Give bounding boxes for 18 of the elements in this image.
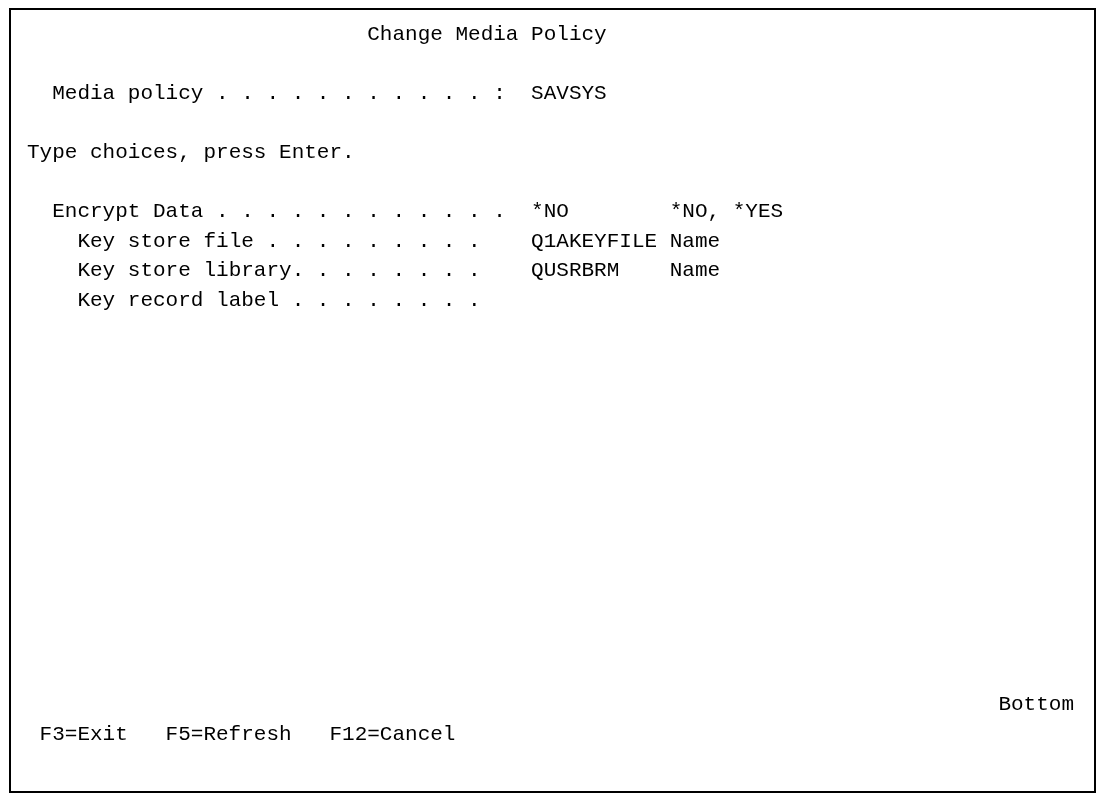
- allowed-values-hint: *NO, *YES: [669, 201, 784, 223]
- function-key[interactable]: F12=Cancel: [329, 723, 456, 745]
- field-value: SAVSYS: [531, 83, 607, 105]
- function-key[interactable]: F3=Exit: [39, 723, 128, 745]
- field-value[interactable]: Q1AKEYFILE: [531, 230, 658, 252]
- field-label: Key store library. . . . . . . .: [77, 260, 481, 282]
- function-key[interactable]: F5=Refresh: [165, 723, 292, 745]
- allowed-values-hint: Name: [669, 260, 721, 282]
- more-indicator: Bottom: [998, 694, 1074, 716]
- instruction-text: Type choices, press Enter.: [27, 142, 355, 164]
- allowed-values-hint: Name: [669, 230, 721, 252]
- field-label: Key record label . . . . . . . .: [77, 289, 481, 311]
- field-label: Key store file . . . . . . . . .: [77, 230, 481, 252]
- field-value[interactable]: *NO: [531, 201, 569, 223]
- field-label: Encrypt Data . . . . . . . . . . . .: [52, 201, 506, 223]
- field-label: Media policy . . . . . . . . . . . :: [52, 83, 506, 105]
- field-value[interactable]: QUSRBRM: [531, 260, 620, 282]
- screen-title: Change Media Policy: [367, 24, 607, 46]
